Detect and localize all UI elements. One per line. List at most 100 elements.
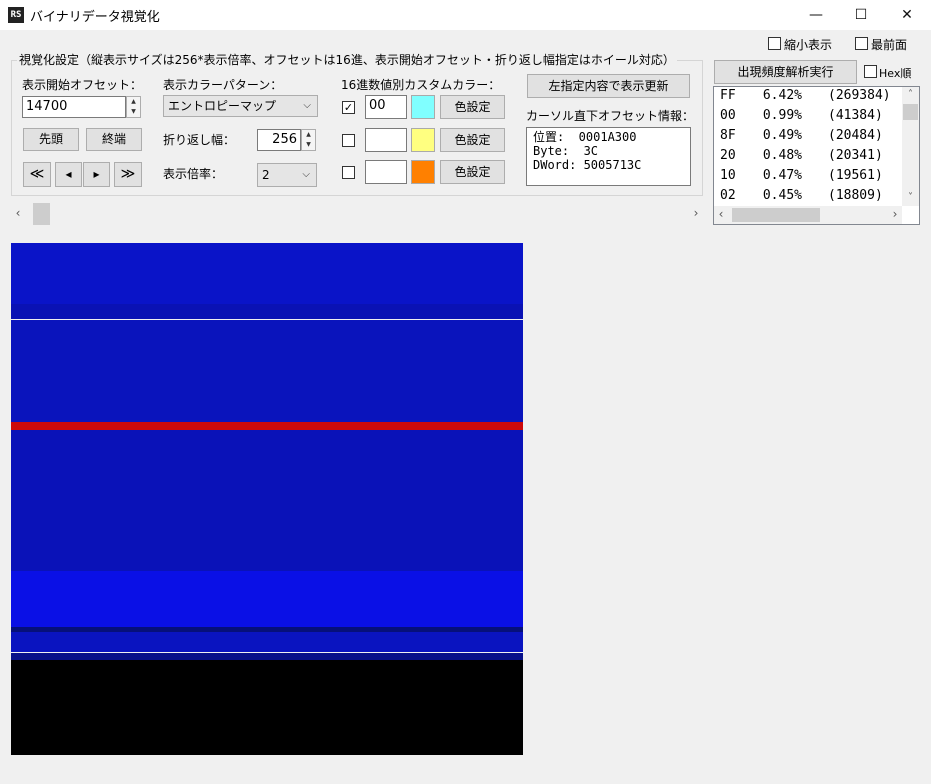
custom-color-1-value[interactable]: 00 <box>365 95 407 119</box>
frequency-analysis-button[interactable]: 出現頻度解析実行 <box>714 60 857 84</box>
custom-color-3-swatch <box>411 160 435 184</box>
scrollbar-thumb[interactable] <box>903 104 918 120</box>
visualization-band <box>11 304 523 319</box>
frequency-list[interactable]: FF 6.42% (269384) 00 0.99% (41384) 8F 0.49% (204… <box>713 86 920 225</box>
custom-color-2-checkbox[interactable] <box>342 134 355 147</box>
zoom-value: 2 <box>262 168 270 182</box>
nav-next-button[interactable]: ▸ <box>83 162 110 187</box>
scroll-right-icon[interactable]: › <box>888 206 902 224</box>
topmost-checkbox[interactable] <box>855 37 868 50</box>
visualization-band <box>11 571 523 627</box>
frequency-byte: 20 <box>720 148 736 163</box>
scrollbar-thumb[interactable] <box>33 203 50 225</box>
head-button[interactable]: 先頭 <box>23 128 79 151</box>
start-offset-input[interactable]: 14700 <box>22 96 126 118</box>
spinner-up-icon[interactable]: ▲ <box>302 130 315 140</box>
refresh-display-button[interactable]: 左指定内容で表示更新 <box>527 74 690 98</box>
custom-color-3-value[interactable] <box>365 160 407 184</box>
zoom-select[interactable]: 2 ⌵ <box>257 163 317 187</box>
custom-color-label: 16進数値別カスタムカラー： <box>341 78 501 92</box>
close-button[interactable]: ✕ <box>884 0 930 31</box>
frequency-byte: 02 <box>720 188 736 203</box>
frequency-byte: 00 <box>720 108 736 123</box>
frequency-row[interactable]: 00 0.99% (41384) <box>720 108 902 128</box>
horizontal-scrollbar[interactable]: ‹ › <box>11 203 703 225</box>
custom-color-3-set-button[interactable]: 色設定 <box>440 160 505 184</box>
start-offset-spinner[interactable]: ▲ ▼ <box>126 96 141 118</box>
end-button[interactable]: 終端 <box>86 128 142 151</box>
frequency-byte: 8F <box>720 128 736 143</box>
frequency-count: (19561) <box>828 168 883 183</box>
custom-color-2-set-button[interactable]: 色設定 <box>440 128 505 152</box>
frequency-vertical-scrollbar[interactable]: ˄ ˅ <box>902 87 919 206</box>
visualization-band <box>11 243 523 304</box>
topmost-label: 最前面 <box>871 38 908 52</box>
spinner-up-icon[interactable]: ▲ <box>127 97 140 107</box>
frequency-horizontal-scrollbar[interactable]: ‹ › <box>714 206 902 224</box>
frequency-count: (20484) <box>828 128 883 143</box>
compact-view-checkbox[interactable] <box>768 37 781 50</box>
visualization-band <box>11 320 523 422</box>
color-pattern-value: エントロピーマップ <box>168 99 277 113</box>
custom-color-2-swatch <box>411 128 435 152</box>
binary-visualization-canvas[interactable] <box>11 243 523 755</box>
app-icon: RS <box>8 7 24 23</box>
visualization-band <box>11 422 523 430</box>
frequency-row[interactable]: 20 0.48% (20341) <box>720 148 902 168</box>
frequency-byte: 10 <box>720 168 736 183</box>
custom-color-1-set-button[interactable]: 色設定 <box>440 95 505 119</box>
nav-last-button[interactable]: ≫ <box>114 162 142 187</box>
custom-color-1-swatch <box>411 95 435 119</box>
frequency-percent: 0.99% <box>762 108 802 123</box>
frequency-percent: 0.47% <box>762 168 802 183</box>
frequency-percent: 0.45% <box>762 188 802 203</box>
scroll-left-icon[interactable]: ‹ <box>714 206 728 224</box>
window-title: バイナリデータ視覚化 <box>30 10 160 25</box>
nav-first-button[interactable]: ≪ <box>23 162 51 187</box>
title-bar: RS バイナリデータ視覚化 — ☐ ✕ <box>0 0 931 31</box>
frequency-count: (41384) <box>828 108 883 123</box>
scroll-up-icon[interactable]: ˄ <box>902 87 919 103</box>
start-offset-label: 表示開始オフセット： <box>22 78 143 92</box>
cursor-info-text: 位置: 0001A300 Byte: 3C DWord: 5005713C <box>526 127 691 186</box>
chevron-down-icon: ⌵ <box>302 169 310 180</box>
wrap-width-spinner[interactable]: ▲ ▼ <box>301 129 316 151</box>
wrap-width-label: 折り返し幅： <box>163 133 236 147</box>
hex-order-checkbox[interactable] <box>864 65 877 78</box>
frequency-row[interactable]: FF 6.42% (269384) <box>720 88 902 108</box>
custom-color-2-value[interactable] <box>365 128 407 152</box>
frequency-percent: 6.42% <box>762 88 802 103</box>
color-pattern-label: 表示カラーパターン： <box>163 78 283 92</box>
visualization-band <box>11 632 523 652</box>
frequency-count: (18809) <box>828 188 883 203</box>
frequency-row[interactable]: 02 0.45% (18809) <box>720 188 902 208</box>
frequency-row[interactable]: 10 0.47% (19561) <box>720 168 902 188</box>
spinner-down-icon[interactable]: ▼ <box>127 107 140 117</box>
frequency-percent: 0.49% <box>762 128 802 143</box>
chevron-down-icon: ⌵ <box>303 100 311 111</box>
nav-prev-button[interactable]: ◂ <box>55 162 82 187</box>
maximize-button[interactable]: ☐ <box>838 0 884 31</box>
zoom-label: 表示倍率： <box>163 167 224 181</box>
settings-group-title: 視覚化設定（縦表示サイズは256*表示倍率、オフセットは16進、表示開始オフセッ… <box>17 51 677 68</box>
frequency-count: (20341) <box>828 148 883 163</box>
visualization-band <box>11 660 523 755</box>
spinner-down-icon[interactable]: ▼ <box>302 140 315 150</box>
cursor-info-label: カーソル直下オフセット情報： <box>526 109 695 123</box>
custom-color-1-checkbox[interactable]: ✓ <box>342 101 355 114</box>
frequency-byte: FF <box>720 88 736 103</box>
hex-order-label: Hex順 <box>879 67 912 80</box>
scroll-down-icon[interactable]: ˅ <box>902 190 919 206</box>
visualization-band <box>11 430 523 571</box>
minimize-button[interactable]: — <box>793 0 839 31</box>
frequency-count: (269384) <box>828 88 891 103</box>
color-pattern-select[interactable]: エントロピーマップ ⌵ <box>163 95 318 117</box>
scroll-left-icon[interactable]: ‹ <box>11 203 25 225</box>
frequency-percent: 0.48% <box>762 148 802 163</box>
compact-view-label: 縮小表示 <box>784 38 833 52</box>
scrollbar-thumb[interactable] <box>732 208 820 222</box>
wrap-width-input[interactable]: 256 <box>257 129 301 151</box>
scroll-right-icon[interactable]: › <box>689 203 703 225</box>
custom-color-3-checkbox[interactable] <box>342 166 355 179</box>
frequency-row[interactable]: 8F 0.49% (20484) <box>720 128 902 148</box>
